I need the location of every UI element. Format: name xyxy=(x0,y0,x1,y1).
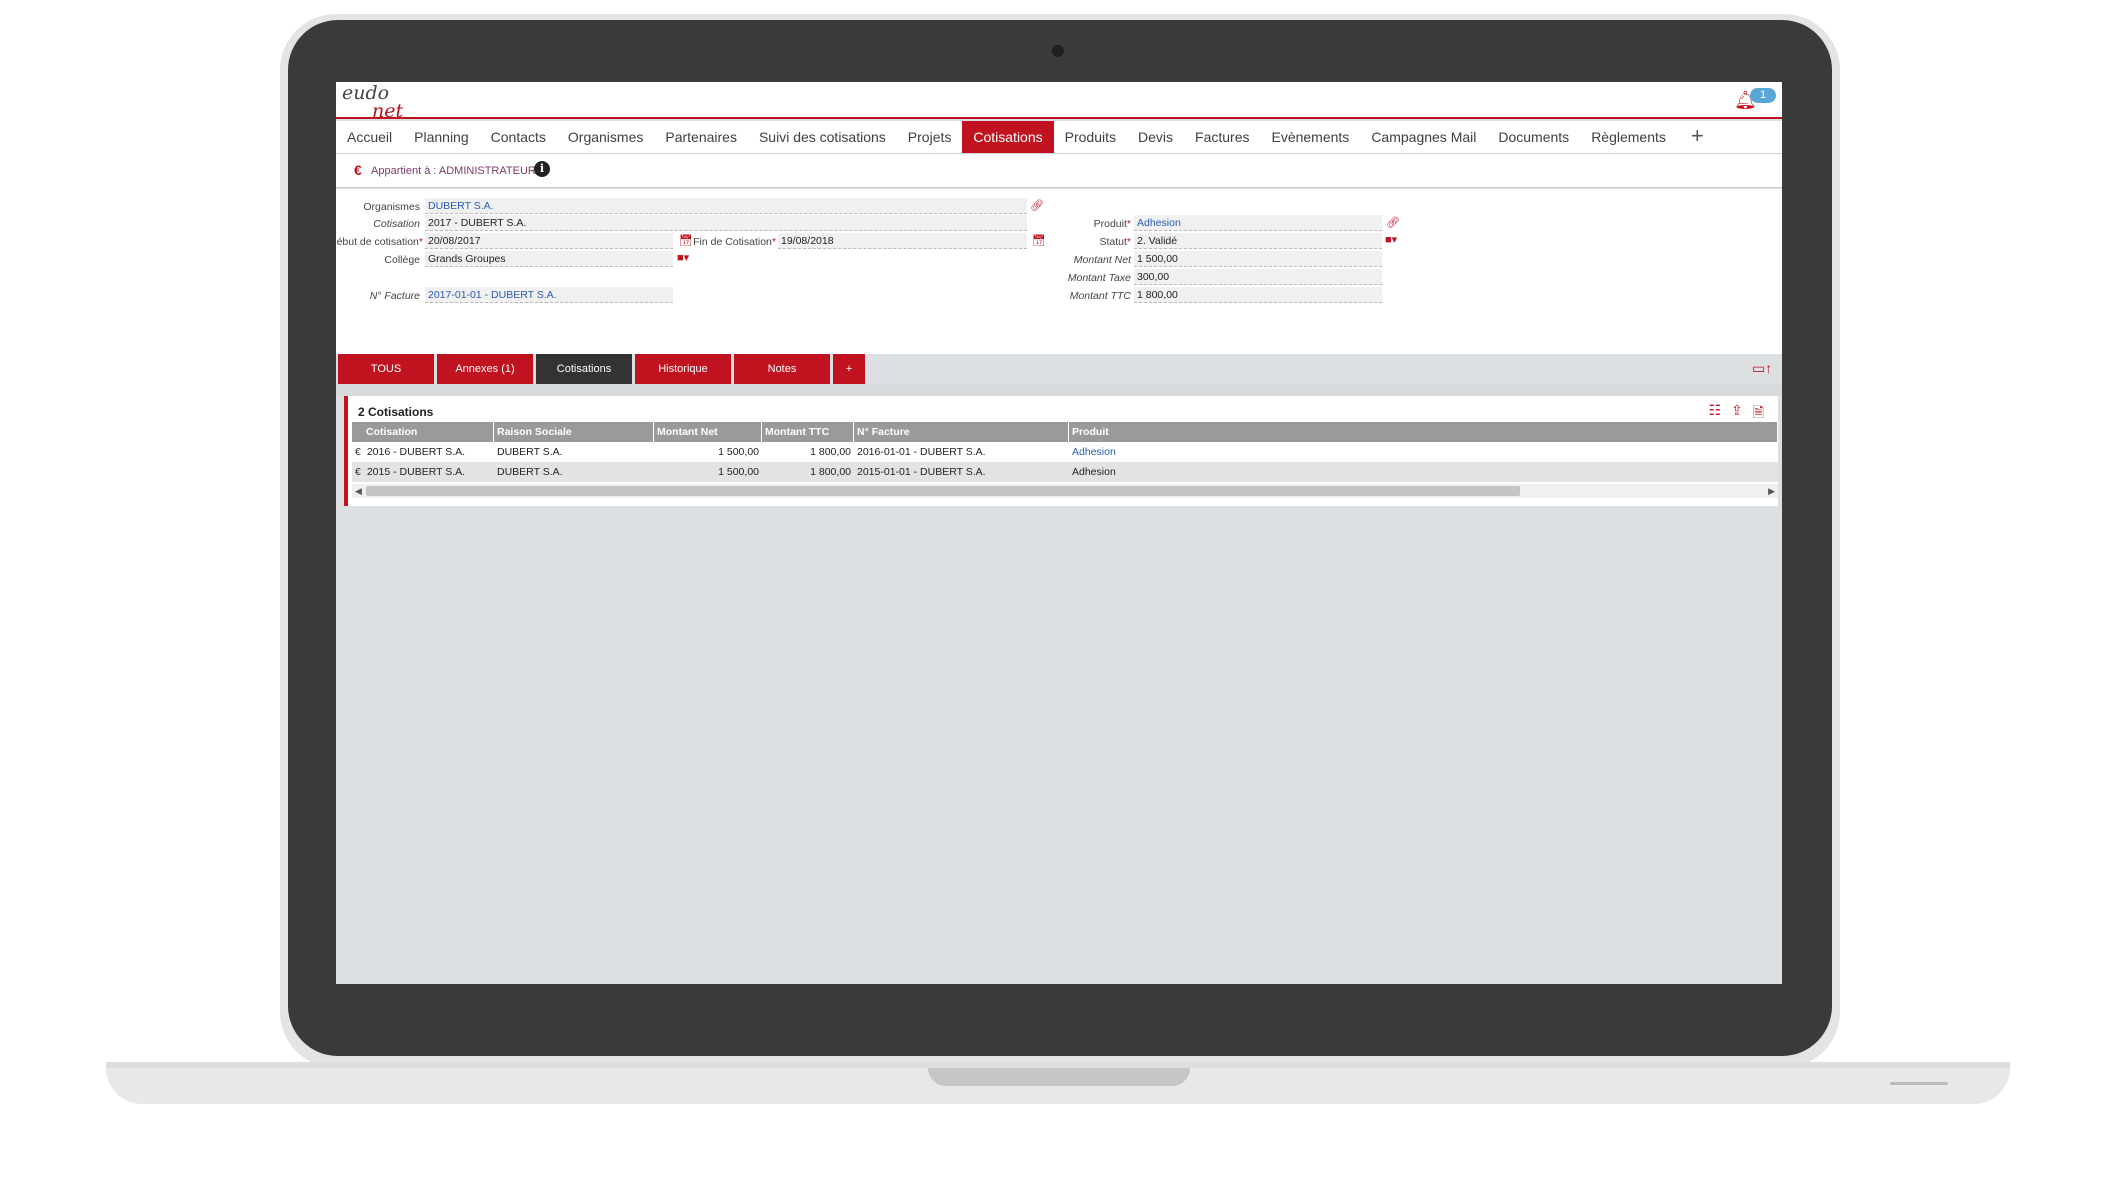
scroll-left-icon[interactable]: ◀ xyxy=(355,484,362,498)
cell-text[interactable]: 2015 - DUBERT S.A. xyxy=(367,466,465,478)
top-bar: eudo net 🔔︎ 1 xyxy=(336,82,1782,122)
calendar-icon[interactable]: 📅︎ xyxy=(679,234,693,247)
statut-label: Statut* xyxy=(1099,236,1131,248)
euro-icon: € xyxy=(355,466,361,478)
cell-raison: DUBERT S.A. xyxy=(497,466,563,478)
nav-tab-documents[interactable]: Documents xyxy=(1487,121,1580,153)
cell-net: 1 500,00 xyxy=(718,446,759,458)
column-header[interactable]: Montant Net xyxy=(654,422,762,442)
fin-field[interactable]: 19/08/2018 xyxy=(778,233,1027,249)
debut-field[interactable]: 20/08/2017 xyxy=(425,233,673,249)
cell-produit[interactable]: Adhesion xyxy=(1069,442,1778,462)
cell-facture: 2015-01-01 - DUBERT S.A. xyxy=(857,466,986,478)
owner-row: € Appartient à : ADMINISTRATEUR i xyxy=(336,154,1782,188)
cell-ttc: 1 800,00 xyxy=(810,446,851,458)
nav-tab-ev-nements[interactable]: Evènements xyxy=(1260,121,1360,153)
produit-field[interactable]: Adhesion xyxy=(1134,215,1382,231)
logo-text-2: net xyxy=(372,100,404,122)
cell-net: 1 500,00 xyxy=(718,466,759,478)
montant-net-label: Montant Net xyxy=(1073,254,1131,266)
nav-tab-organismes[interactable]: Organismes xyxy=(557,121,654,153)
nav-tab-suivi-des-cotisations[interactable]: Suivi des cotisations xyxy=(748,121,897,153)
montant-ttc-field[interactable]: 1 800,00 xyxy=(1134,287,1382,303)
cell-produit[interactable]: Adhesion xyxy=(1069,462,1778,482)
horizontal-scrollbar[interactable]: ◀ ▶ xyxy=(352,484,1778,498)
link-icon[interactable]: 🔗︎ xyxy=(1386,216,1400,229)
column-header[interactable]: N° Facture xyxy=(854,422,1069,442)
montant-taxe-label: Montant Taxe xyxy=(1067,272,1131,284)
laptop-mockup: eudo net 🔔︎ 1 Accueil Planning Contacts Org… xyxy=(0,0,2116,1179)
cell-ttc: 1 800,00 xyxy=(810,466,851,478)
nav-tab-planning[interactable]: Planning xyxy=(403,121,480,153)
cell-cotisation[interactable]: €2016 - DUBERT S.A. xyxy=(352,442,494,462)
owner-label[interactable]: Appartient à : ADMINISTRATEUR xyxy=(371,165,536,177)
nav-tab-partenaires[interactable]: Partenaires xyxy=(654,121,748,153)
nav-tab-r-glements[interactable]: Règlements xyxy=(1580,121,1677,153)
add-tab-icon[interactable]: + xyxy=(1677,121,1718,153)
collapse-icon[interactable]: ▭↑ xyxy=(1752,360,1772,377)
link-icon[interactable]: 🔗︎ xyxy=(1030,199,1044,212)
info-icon[interactable]: i xyxy=(534,161,550,177)
fin-label: Fin de Cotisation* xyxy=(693,236,776,248)
column-header[interactable]: Raison Sociale xyxy=(494,422,654,442)
laptop-indicator xyxy=(1890,1082,1948,1085)
nav-tab-contacts[interactable]: Contacts xyxy=(480,121,557,153)
produit-label: Produit* xyxy=(1093,218,1131,230)
euro-icon: € xyxy=(354,162,362,178)
subtab-notes[interactable]: Notes xyxy=(734,354,830,384)
organismes-label: Organismes xyxy=(363,201,420,213)
nav-tab-campagnes-mail[interactable]: Campagnes Mail xyxy=(1360,121,1487,153)
eudonet-logo[interactable]: eudo net xyxy=(342,84,404,122)
college-label: Collège xyxy=(384,254,420,266)
cell-cotisation[interactable]: €2015 - DUBERT S.A. xyxy=(352,462,494,482)
record-form: Organismes DUBERT S.A. 🔗︎ Cotisation 201… xyxy=(336,189,1782,354)
euro-icon: € xyxy=(355,446,361,458)
college-field[interactable]: Grands Groupes xyxy=(425,251,673,267)
cell-raison: DUBERT S.A. xyxy=(497,446,563,458)
montant-ttc-label: Montant TTC xyxy=(1069,290,1131,302)
subtab-cotisations[interactable]: Cotisations xyxy=(536,354,632,384)
cotisation-label: Cotisation xyxy=(373,218,420,230)
cell-text[interactable]: 2016 - DUBERT S.A. xyxy=(367,446,465,458)
camera-icon xyxy=(1052,45,1064,57)
debut-label: Début de cotisation* xyxy=(336,236,423,248)
statut-field[interactable]: 2. Validé xyxy=(1134,233,1382,249)
notification-badge[interactable]: 1 xyxy=(1750,88,1776,103)
nav-tab-accueil[interactable]: Accueil xyxy=(336,121,403,153)
subtab-add[interactable]: + xyxy=(833,354,865,384)
nav-tab-devis[interactable]: Devis xyxy=(1127,121,1184,153)
subtab-historique[interactable]: Historique xyxy=(635,354,731,384)
scroll-right-icon[interactable]: ▶ xyxy=(1768,484,1775,498)
column-header[interactable]: Produit xyxy=(1069,422,1778,442)
list-title: 2 Cotisations xyxy=(358,405,434,419)
calendar-icon[interactable]: 📅︎ xyxy=(1032,234,1046,247)
cotisations-list-panel: 2 Cotisations ☷ ⇪ 🗎︎ Cotisation Raison So… xyxy=(344,396,1778,506)
subtab-tous[interactable]: TOUS xyxy=(338,354,434,384)
organismes-field[interactable]: DUBERT S.A. xyxy=(425,198,1027,214)
laptop-notch xyxy=(928,1068,1190,1086)
cell-facture: 2016-01-01 - DUBERT S.A. xyxy=(857,446,986,458)
facture-label: N° Facture xyxy=(369,290,420,302)
facture-field[interactable]: 2017-01-01 - DUBERT S.A. xyxy=(425,287,673,303)
column-header[interactable]: Cotisation xyxy=(352,422,494,442)
nav-tab-produits[interactable]: Produits xyxy=(1054,121,1127,153)
separator xyxy=(336,384,1782,396)
nav-tab-factures[interactable]: Factures xyxy=(1184,121,1260,153)
nav-tab-cotisations[interactable]: Cotisations xyxy=(962,121,1054,153)
subtab-annexes-1-[interactable]: Annexes (1) xyxy=(437,354,533,384)
montant-net-field[interactable]: 1 500,00 xyxy=(1134,251,1382,267)
nav-tab-projets[interactable]: Projets xyxy=(897,121,963,153)
app-screen: eudo net 🔔︎ 1 Accueil Planning Contacts Org… xyxy=(336,82,1782,984)
folder-icon[interactable]: ■▾ xyxy=(677,251,689,264)
folder-icon[interactable]: ■▾ xyxy=(1385,233,1397,246)
subtabs-bar: TOUS Annexes (1) Cotisations Historique Note… xyxy=(338,354,865,384)
column-header[interactable]: Montant TTC xyxy=(762,422,854,442)
main-nav: Accueil Planning Contacts Organismes Partena… xyxy=(336,121,1782,154)
montant-taxe-field[interactable]: 300,00 xyxy=(1134,269,1382,285)
table-row[interactable]: €2016 - DUBERT S.A. DUBERT S.A. 1 500,00 1 … xyxy=(352,442,1778,462)
cotisation-field[interactable]: 2017 - DUBERT S.A. xyxy=(425,215,1027,231)
table-row[interactable]: €2015 - DUBERT S.A. DUBERT S.A. 1 500,00 1 … xyxy=(352,462,1778,482)
scrollbar-thumb[interactable] xyxy=(366,486,1520,496)
table-header: Cotisation Raison Sociale Montant Net Monta… xyxy=(352,422,1778,442)
